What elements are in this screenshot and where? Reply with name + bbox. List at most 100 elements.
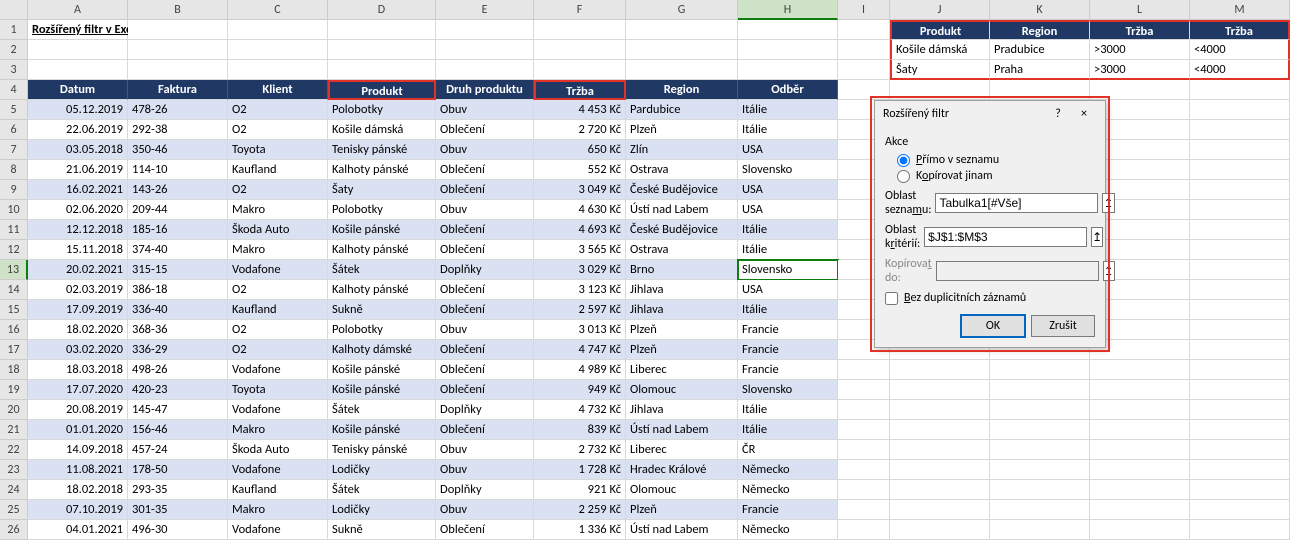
- table-cell[interactable]: Škoda Auto: [228, 440, 328, 460]
- table-cell[interactable]: 1 336 Kč: [534, 520, 626, 540]
- cell-E1[interactable]: [436, 20, 534, 40]
- table-cell[interactable]: 478-26: [128, 100, 228, 120]
- row-header-10[interactable]: 10: [0, 200, 28, 220]
- row-header-9[interactable]: 9: [0, 180, 28, 200]
- table-cell[interactable]: Tenisky pánské: [328, 140, 436, 160]
- cell-B3[interactable]: [128, 60, 228, 80]
- table-cell[interactable]: Vodafone: [228, 400, 328, 420]
- table-cell[interactable]: 949 Kč: [534, 380, 626, 400]
- table-cell[interactable]: Sukně: [328, 520, 436, 540]
- table-cell[interactable]: Ústí nad Labem: [626, 200, 738, 220]
- table-cell[interactable]: O2: [228, 120, 328, 140]
- cell-J19[interactable]: [890, 380, 990, 400]
- cell-M15[interactable]: [1190, 300, 1290, 320]
- row-header-13[interactable]: 13: [0, 260, 28, 280]
- cell-K25[interactable]: [990, 500, 1090, 520]
- table-cell[interactable]: Německo: [738, 460, 838, 480]
- cell-M14[interactable]: [1190, 280, 1290, 300]
- table-cell[interactable]: Obuv: [436, 200, 534, 220]
- list-range-ref-button[interactable]: ↥: [1102, 193, 1114, 213]
- cell-E3[interactable]: [436, 60, 534, 80]
- table-header-region[interactable]: Region: [626, 80, 738, 100]
- table-cell[interactable]: Vodafone: [228, 260, 328, 280]
- table-cell[interactable]: Toyota: [228, 380, 328, 400]
- cell-J22[interactable]: [890, 440, 990, 460]
- table-cell[interactable]: 498-26: [128, 360, 228, 380]
- table-cell[interactable]: Sukně: [328, 300, 436, 320]
- cell-H3[interactable]: [738, 60, 838, 80]
- cell-B1[interactable]: [128, 20, 228, 40]
- table-cell[interactable]: Itálie: [738, 220, 838, 240]
- table-cell[interactable]: 4 747 Kč: [534, 340, 626, 360]
- cell-C1[interactable]: [228, 20, 328, 40]
- cell-I18[interactable]: [838, 360, 890, 380]
- radio-direct-in-list[interactable]: [897, 154, 910, 167]
- table-cell[interactable]: 18.02.2020: [28, 320, 128, 340]
- table-cell[interactable]: O2: [228, 100, 328, 120]
- table-cell[interactable]: 336-40: [128, 300, 228, 320]
- table-cell[interactable]: ČR: [738, 440, 838, 460]
- table-cell[interactable]: 209-44: [128, 200, 228, 220]
- table-cell[interactable]: Hradec Králové: [626, 460, 738, 480]
- cell-C3[interactable]: [228, 60, 328, 80]
- table-cell[interactable]: Polobotky: [328, 320, 436, 340]
- table-cell[interactable]: Itálie: [738, 300, 838, 320]
- table-cell[interactable]: 07.10.2019: [28, 500, 128, 520]
- table-cell[interactable]: 21.06.2019: [28, 160, 128, 180]
- table-cell[interactable]: USA: [738, 200, 838, 220]
- column-header-F[interactable]: F: [534, 0, 626, 20]
- table-cell[interactable]: Jihlava: [626, 280, 738, 300]
- cell-J25[interactable]: [890, 500, 990, 520]
- cell-H2[interactable]: [738, 40, 838, 60]
- row-header-4[interactable]: 4: [0, 80, 28, 100]
- cell-I3[interactable]: [838, 60, 890, 80]
- cell-K20[interactable]: [990, 400, 1090, 420]
- cell-K26[interactable]: [990, 520, 1090, 540]
- table-cell[interactable]: 15.11.2018: [28, 240, 128, 260]
- criteria-header-produkt[interactable]: Produkt: [890, 20, 990, 40]
- table-cell[interactable]: USA: [738, 140, 838, 160]
- cell-J21[interactable]: [890, 420, 990, 440]
- table-cell[interactable]: Německo: [738, 480, 838, 500]
- cell-M18[interactable]: [1190, 360, 1290, 380]
- column-header-G[interactable]: G: [626, 0, 738, 20]
- table-cell[interactable]: Obuv: [436, 320, 534, 340]
- table-cell[interactable]: 143-26: [128, 180, 228, 200]
- table-cell[interactable]: 3 029 Kč: [534, 260, 626, 280]
- table-cell[interactable]: Košile pánské: [328, 420, 436, 440]
- table-header-faktura[interactable]: Faktura: [128, 80, 228, 100]
- table-cell[interactable]: Oblečení: [436, 360, 534, 380]
- column-header-I[interactable]: I: [838, 0, 890, 20]
- table-cell[interactable]: Makro: [228, 420, 328, 440]
- table-cell[interactable]: Ostrava: [626, 160, 738, 180]
- table-cell[interactable]: Oblečení: [436, 220, 534, 240]
- row-header-1[interactable]: 1: [0, 20, 28, 40]
- table-cell[interactable]: 2 720 Kč: [534, 120, 626, 140]
- row-header-18[interactable]: 18: [0, 360, 28, 380]
- table-cell[interactable]: Tenisky pánské: [328, 440, 436, 460]
- column-header-L[interactable]: L: [1090, 0, 1190, 20]
- row-header-19[interactable]: 19: [0, 380, 28, 400]
- criteria-cell[interactable]: >3000: [1090, 60, 1190, 80]
- criteria-cell[interactable]: >3000: [1090, 40, 1190, 60]
- table-cell[interactable]: Oblečení: [436, 380, 534, 400]
- table-cell[interactable]: 18.03.2018: [28, 360, 128, 380]
- cell-G2[interactable]: [626, 40, 738, 60]
- cell-M7[interactable]: [1190, 140, 1290, 160]
- table-cell[interactable]: USA: [738, 180, 838, 200]
- cell-M11[interactable]: [1190, 220, 1290, 240]
- table-cell[interactable]: Košile dámská: [328, 120, 436, 140]
- column-header-H[interactable]: H: [738, 0, 838, 20]
- cell-M12[interactable]: [1190, 240, 1290, 260]
- cell-F2[interactable]: [534, 40, 626, 60]
- cell-I2[interactable]: [838, 40, 890, 60]
- table-cell[interactable]: 20.08.2019: [28, 400, 128, 420]
- cell-I21[interactable]: [838, 420, 890, 440]
- table-cell[interactable]: 02.06.2020: [28, 200, 128, 220]
- table-cell[interactable]: Vodafone: [228, 460, 328, 480]
- table-cell[interactable]: 368-36: [128, 320, 228, 340]
- column-header-K[interactable]: K: [990, 0, 1090, 20]
- table-header-produkt[interactable]: Produkt: [328, 80, 436, 100]
- cell-H1[interactable]: [738, 20, 838, 40]
- row-header-14[interactable]: 14: [0, 280, 28, 300]
